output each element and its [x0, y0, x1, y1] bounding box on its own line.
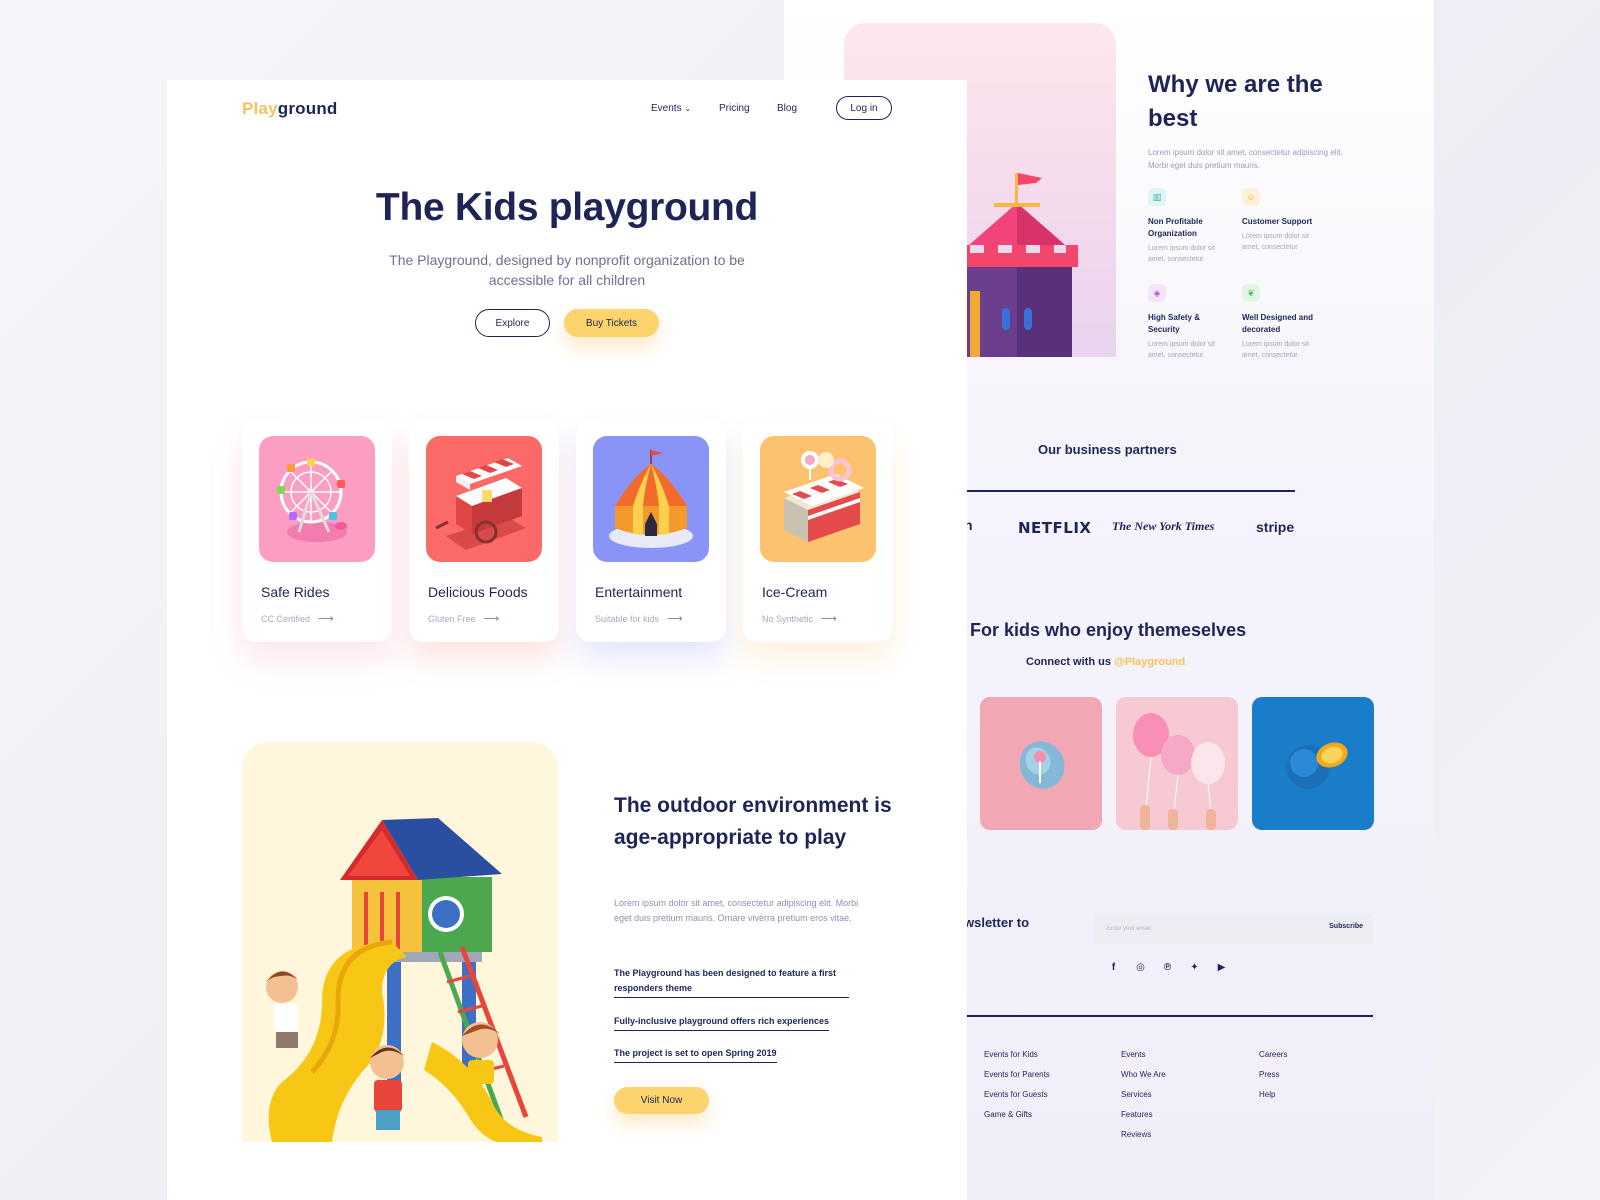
youtube-icon[interactable]: ▶: [1216, 962, 1227, 973]
twitter-icon[interactable]: ✦: [1189, 962, 1200, 973]
card-subtitle: No Synthetic ⟶: [762, 613, 837, 625]
hero-title: The Kids playground: [375, 186, 759, 229]
arrow-right-icon: ⟶: [821, 613, 837, 625]
ice-cream-shop-icon: [760, 436, 876, 562]
footer-link[interactable]: Events for Parents: [984, 1065, 1050, 1085]
card-ice-cream[interactable]: Ice-Cream No Synthetic ⟶: [743, 420, 893, 642]
login-button[interactable]: Log in: [836, 96, 892, 120]
footer-link[interactable]: Features: [1121, 1105, 1166, 1125]
arrow-right-icon: ⟶: [483, 613, 500, 625]
partners-title: Our business partners: [1038, 442, 1177, 457]
card-title: Safe Rides: [261, 584, 330, 600]
front-page: Playground Events ⌄ Pricing Blog Log in …: [167, 80, 967, 1200]
ferris-wheel-icon: [259, 436, 375, 562]
arrow-right-icon: ⟶: [318, 613, 334, 625]
card-title: Delicious Foods: [428, 584, 528, 600]
feature-link-first-responders[interactable]: The Playground has been designed to feat…: [614, 966, 849, 998]
photo-orange[interactable]: [1252, 697, 1374, 830]
photo-lollipop[interactable]: [980, 697, 1102, 830]
hero-subtitle: The Playground, designed by nonprofit or…: [389, 252, 745, 288]
logo[interactable]: Playground: [242, 99, 338, 119]
feature-link-opening[interactable]: The project is set to open Spring 2019: [614, 1046, 777, 1063]
newsletter-form: Subscribe: [1095, 914, 1373, 944]
footer-link[interactable]: Who We Are: [1121, 1065, 1166, 1085]
footer-link[interactable]: Services: [1121, 1085, 1166, 1105]
footer-col-1: Events for Kids Events for Parents Event…: [984, 1045, 1050, 1125]
explore-button[interactable]: Explore: [475, 309, 550, 337]
email-input[interactable]: [1095, 914, 1295, 944]
partner-logo-netflix: NETFLIX: [1018, 519, 1092, 537]
nav-events[interactable]: Events ⌄: [651, 103, 691, 114]
food-cart-icon: [426, 436, 542, 562]
feature-design: ❦ Well Designed and decorated Lorem ipsu…: [1242, 284, 1322, 361]
visit-now-button[interactable]: Visit Now: [614, 1087, 709, 1114]
building-icon: ▥: [1148, 188, 1166, 206]
footer-link[interactable]: Help: [1259, 1085, 1287, 1105]
social-title: For kids who enjoy themeselves: [970, 620, 1247, 640]
why-text: Lorem ipsum dolor sit amet, consectetur …: [1148, 148, 1343, 170]
facebook-icon[interactable]: f: [1108, 962, 1119, 973]
support-icon: ☺: [1242, 188, 1260, 206]
instagram-icon[interactable]: ◎: [1135, 962, 1146, 973]
footer-col-3: Careers Press Help: [1259, 1045, 1287, 1105]
footer-link[interactable]: Game & Gifts: [984, 1105, 1050, 1125]
playground-illustration: [242, 742, 558, 1142]
card-subtitle: CC Certified ⟶: [261, 613, 334, 625]
newsletter-label: wsletter to: [964, 915, 1030, 930]
card-subtitle: Gluten Free ⟶: [428, 613, 500, 625]
footer-link[interactable]: Events: [1121, 1045, 1166, 1065]
social-handle-link[interactable]: @Playground: [1114, 656, 1185, 668]
circus-tent-icon: [593, 436, 709, 562]
card-subtitle: Suitable for kids ⟶: [595, 613, 683, 625]
footer-col-2: Events Who We Are Services Features Revi…: [1121, 1045, 1166, 1145]
footer-divider: [934, 1015, 1373, 1017]
nav-pricing[interactable]: Pricing: [719, 103, 750, 114]
feature-safety: ◈ High Safety & Security Lorem ipsum dol…: [1148, 284, 1228, 361]
leaf-icon: ❦: [1242, 284, 1260, 302]
subscribe-button[interactable]: Subscribe: [1329, 923, 1363, 930]
partners-divider: [934, 490, 1295, 492]
feature-support: ☺ Customer Support Lorem ipsum dolor sit…: [1242, 188, 1322, 253]
partner-logo-nyt: The New York Times: [1112, 519, 1215, 533]
card-title: Entertainment: [595, 584, 683, 600]
partner-logo-stripe: stripe: [1256, 519, 1295, 535]
feature-link-inclusive[interactable]: Fully-inclusive playground offers rich e…: [614, 1014, 830, 1031]
chevron-down-icon: ⌄: [684, 104, 692, 113]
nav-blog[interactable]: Blog: [777, 103, 797, 114]
footer-link[interactable]: Events for Guests: [984, 1085, 1050, 1105]
card-safe-rides[interactable]: Safe Rides CC Certified ⟶: [242, 420, 392, 642]
buy-tickets-button[interactable]: Buy Tickets: [564, 309, 659, 337]
outdoor-title: The outdoor environment is age-appropria…: [614, 794, 892, 849]
outdoor-text: Lorem ipsum dolor sit amet, consectetur …: [614, 898, 859, 923]
connect-text: Connect with us @Playground: [1026, 656, 1186, 668]
footer-link[interactable]: Reviews: [1121, 1125, 1166, 1145]
shield-icon: ◈: [1148, 284, 1166, 302]
photo-balloons[interactable]: [1116, 697, 1238, 830]
card-delicious-foods[interactable]: Delicious Foods Gluten Free ⟶: [409, 420, 559, 642]
footer-link[interactable]: Events for Kids: [984, 1045, 1050, 1065]
pinterest-icon[interactable]: ℗: [1162, 962, 1173, 973]
why-title: Why we are the best: [1148, 71, 1323, 132]
card-entertainment[interactable]: Entertainment Suitable for kids ⟶: [576, 420, 726, 642]
arrow-right-icon: ⟶: [667, 613, 683, 625]
footer-link[interactable]: Careers: [1259, 1045, 1287, 1065]
card-title: Ice-Cream: [762, 584, 828, 600]
social-links: f ◎ ℗ ✦ ▶: [1108, 962, 1227, 973]
feature-nonprofit: ▥ Non Profitable Organization Lorem ipsu…: [1148, 188, 1228, 265]
footer-link[interactable]: Press: [1259, 1065, 1287, 1085]
